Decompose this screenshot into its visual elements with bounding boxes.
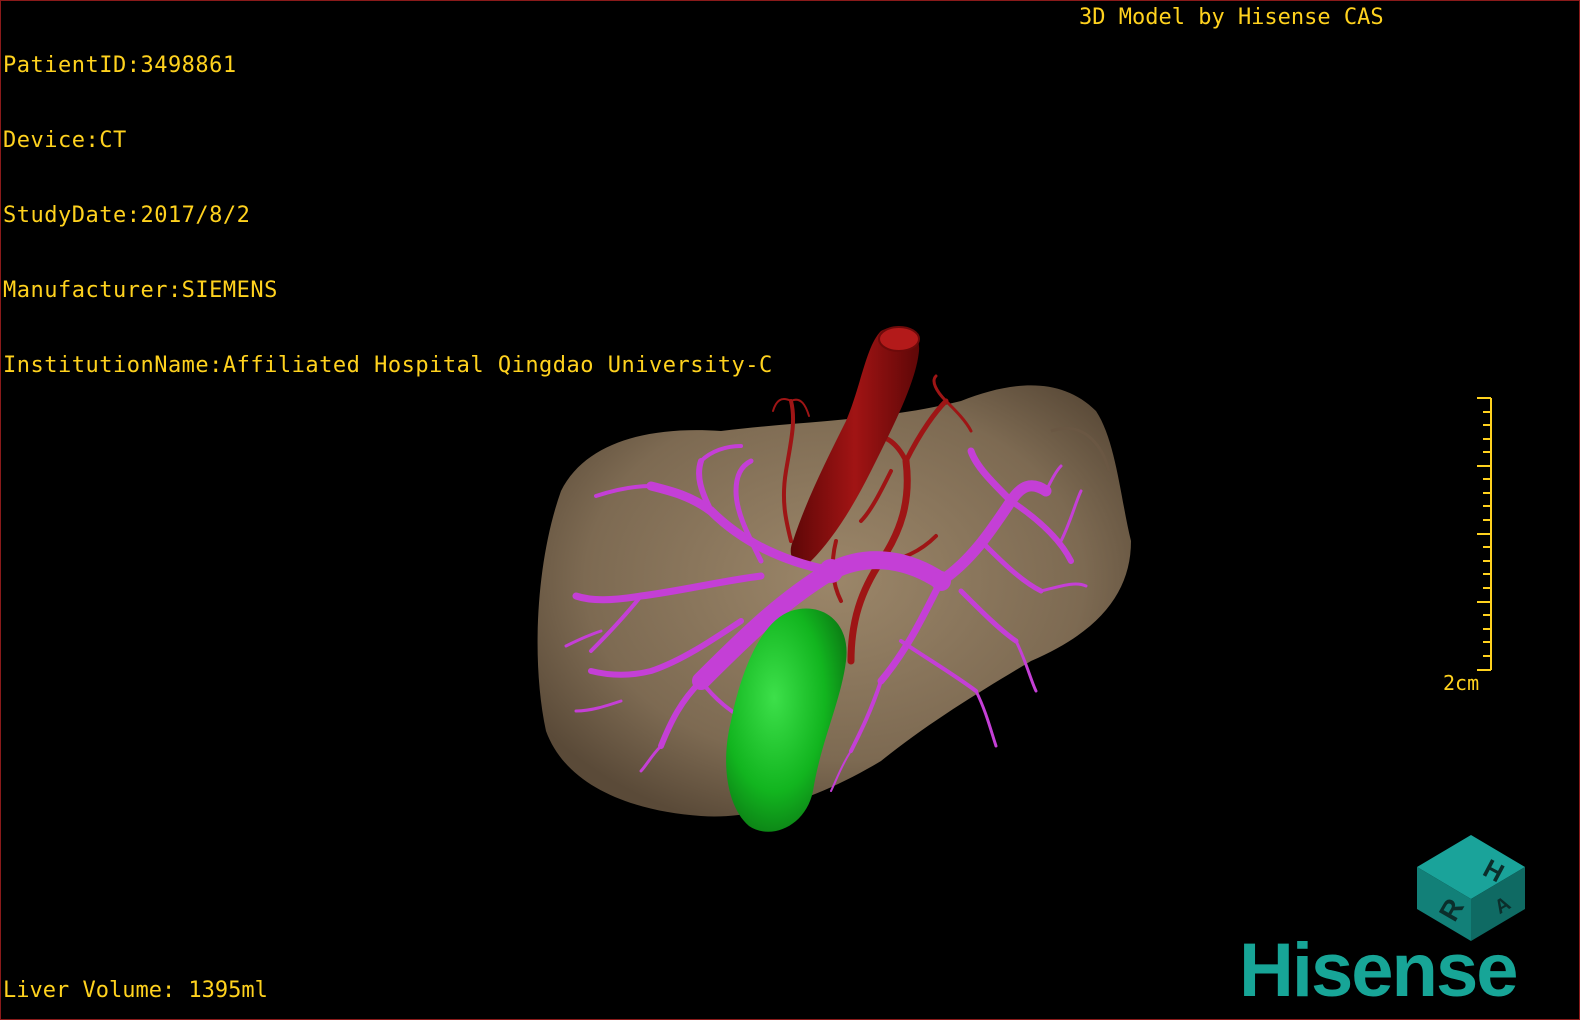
study-info-overlay: PatientID:3498861 Device:CT StudyDate:20… — [3, 3, 773, 428]
device-text: Device:CT — [3, 128, 127, 153]
3d-render-viewport[interactable]: PatientID:3498861 Device:CT StudyDate:20… — [0, 0, 1580, 1020]
manufacturer-text: Manufacturer:SIEMENS — [3, 278, 278, 303]
model-credit-text: 3D Model by Hisense CAS — [1079, 5, 1384, 30]
aorta-opening — [878, 326, 920, 352]
study-date-text: StudyDate:2017/8/2 — [3, 203, 251, 228]
liver-volume-text: Liver Volume: 1395ml — [3, 978, 268, 1003]
orientation-cube-icon[interactable]: H R A — [1413, 833, 1529, 943]
hisense-logo: Hisense — [1239, 935, 1519, 1007]
patient-id-text: PatientID:3498861 — [3, 53, 237, 78]
institution-text: InstitutionName:Affiliated Hospital Qing… — [3, 353, 773, 378]
scale-bar — [1477, 397, 1492, 671]
scale-bar-label: 2cm — [1443, 671, 1480, 695]
